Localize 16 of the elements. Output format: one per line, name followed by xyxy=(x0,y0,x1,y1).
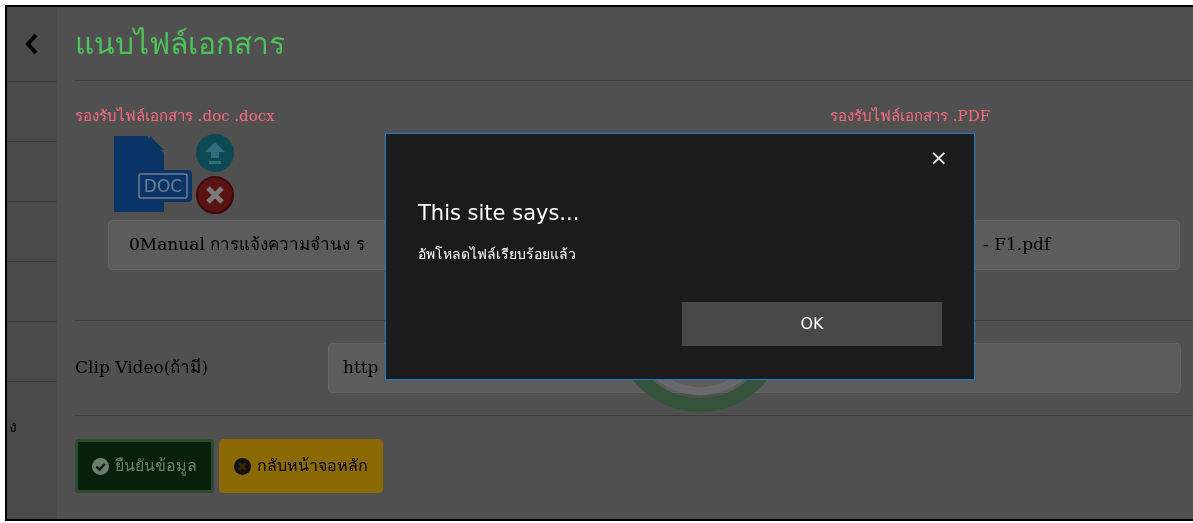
back-chevron-icon[interactable] xyxy=(25,33,39,55)
field-label: Clip Video(ถ้ามี) xyxy=(75,356,210,380)
close-button[interactable]: × xyxy=(925,144,952,173)
check-circle-icon xyxy=(92,457,109,475)
delete-icon[interactable] xyxy=(196,175,234,214)
dialog-title: This site says... xyxy=(418,200,581,227)
page-title: แนบไฟล์เอกสาร xyxy=(75,7,1193,81)
file-type-label: รองรับไฟล์เอกสาร .doc .docx xyxy=(75,106,275,127)
x-circle-icon xyxy=(234,457,251,475)
dialog-message: อัพโหลดไฟล์เรียบร้อยแล้ว xyxy=(418,244,577,264)
back-button[interactable]: กลับหน้าจอหลัก xyxy=(219,439,383,493)
ok-button[interactable]: OK xyxy=(682,302,942,346)
sidebar-label[interactable]: ง xyxy=(9,415,17,439)
confirm-button[interactable]: ยืนยันข้อมูล xyxy=(75,439,214,493)
file-type-label: รองรับไฟล์เอกสาร .PDF xyxy=(830,106,991,127)
upload-icon[interactable] xyxy=(196,133,234,172)
